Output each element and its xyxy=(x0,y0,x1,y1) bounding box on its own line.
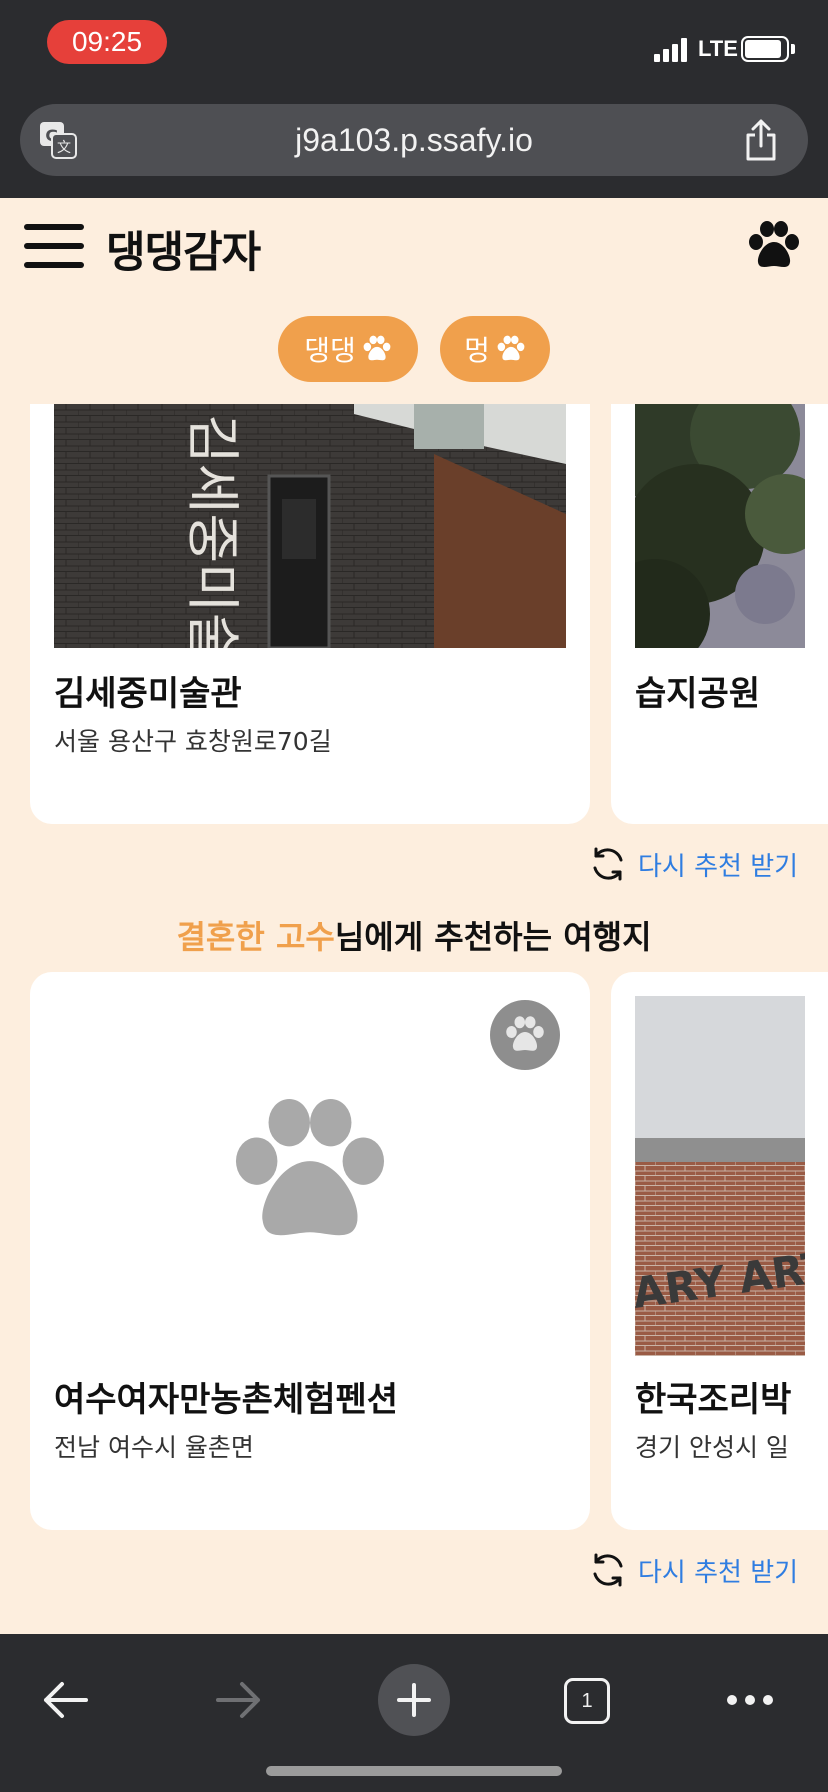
place-title: 김세중미술관 xyxy=(54,674,242,714)
place-title: 습지공원 xyxy=(635,674,761,714)
signal-icon xyxy=(654,38,687,62)
home-indicator xyxy=(266,1766,562,1776)
paw-icon xyxy=(497,335,525,361)
filter-chip-daengdaeng[interactable]: 댕댕 xyxy=(278,316,418,382)
network-label: LTE xyxy=(698,36,738,61)
battery-cap xyxy=(791,44,795,54)
bookmark-button[interactable] xyxy=(490,1000,560,1070)
new-tab-button[interactable] xyxy=(378,1664,450,1736)
section-title-rest: 님에게 추천하는 여행지 xyxy=(334,918,652,956)
place-title: 여수여자만농촌체험펜션 xyxy=(54,1380,399,1420)
plus-icon xyxy=(397,1683,431,1717)
app-title: 댕댕감자 xyxy=(106,228,261,278)
tab-switcher-button[interactable]: 1 xyxy=(564,1678,610,1724)
svg-text:文: 文 xyxy=(57,140,71,156)
place-title: 한국조리박 xyxy=(635,1380,792,1420)
filter-chip-meong[interactable]: 멍 xyxy=(440,316,550,382)
refresh-icon xyxy=(593,847,623,881)
museum-sign-text: 김세중미술관 xyxy=(181,414,244,648)
paw-icon[interactable] xyxy=(746,220,802,272)
tab-count: 1 xyxy=(581,1689,593,1712)
place-photo: 김세중미술관 xyxy=(54,404,566,648)
place-photo xyxy=(635,404,805,648)
paw-icon xyxy=(506,1016,544,1051)
user-name-highlight: 결혼한 고수 xyxy=(176,918,335,956)
more-options-icon[interactable] xyxy=(726,1692,774,1708)
place-card[interactable]: 습지공원 xyxy=(611,404,828,824)
place-card[interactable]: ARY ART 한국조리박 경기 안성시 일 xyxy=(611,972,828,1530)
refresh-label: 다시 추천 받기 xyxy=(638,1557,799,1588)
placeholder-paw-icon xyxy=(235,1098,385,1236)
paw-icon xyxy=(363,335,391,361)
hamburger-menu-icon[interactable] xyxy=(24,222,84,270)
back-arrow-icon[interactable] xyxy=(40,1678,90,1722)
refresh-recommendation-button[interactable]: 다시 추천 받기 xyxy=(588,844,798,884)
url-text[interactable]: j9a103.p.ssafy.io xyxy=(180,104,648,176)
section-title: 결혼한 고수님에게 추천하는 여행지 xyxy=(0,912,828,958)
battery-level xyxy=(745,40,781,58)
share-icon[interactable] xyxy=(743,118,779,162)
place-photo: ARY ART xyxy=(635,996,805,1356)
refresh-label: 다시 추천 받기 xyxy=(638,851,799,882)
chip-label: 댕댕 xyxy=(304,334,356,367)
place-card[interactable]: 김세중미술관 김세중미술관 서울 용산구 효창원로70길 xyxy=(30,404,590,824)
place-address: 서울 용산구 효창원로70길 xyxy=(54,727,332,756)
chip-label: 멍 xyxy=(464,334,490,367)
place-address: 전남 여수시 율촌면 xyxy=(54,1433,254,1462)
refresh-icon xyxy=(593,1553,623,1587)
refresh-recommendation-button[interactable]: 다시 추천 받기 xyxy=(588,1550,798,1590)
status-time: 09:25 xyxy=(47,20,167,64)
forward-arrow-icon[interactable] xyxy=(214,1678,264,1722)
translate-icon[interactable]: G 文 xyxy=(38,120,78,160)
place-address: 경기 안성시 일 xyxy=(635,1433,789,1462)
